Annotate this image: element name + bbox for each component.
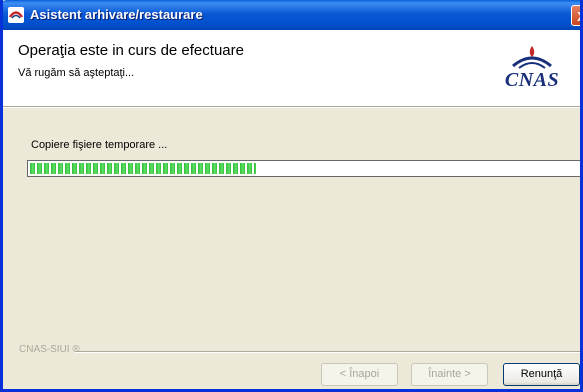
close-button[interactable]: X: [571, 5, 580, 26]
header-divider: [3, 106, 580, 108]
progress-label: Copiere fişiere temporare ...: [31, 139, 168, 151]
title-bar[interactable]: Asistent arhivare/restaurare X: [3, 0, 580, 30]
footer-divider: [75, 351, 580, 353]
back-button[interactable]: < Înapoi: [321, 363, 398, 386]
cnas-logo-text: CNAS: [504, 69, 560, 91]
wizard-header: Operaţia este in curs de efectuare Vă ru…: [3, 30, 580, 106]
progress-bar: [27, 160, 580, 177]
next-button[interactable]: Înainte >: [411, 363, 488, 386]
progress-bar-fill: [30, 163, 256, 174]
page-subtitle: Vă rugăm să aşteptaţi...: [18, 67, 135, 79]
cnas-logo-mark-icon: [512, 46, 552, 69]
page-title: Operaţia este in curs de efectuare: [18, 42, 244, 59]
close-icon: X: [577, 9, 580, 24]
wizard-window: Asistent arhivare/restaurare X Operaţia …: [0, 0, 583, 392]
cnas-app-icon: [8, 7, 24, 23]
cnas-logo: CNAS: [491, 44, 573, 98]
footer-brand: CNAS-SIUI ®: [19, 344, 80, 355]
cancel-button[interactable]: Renunţă: [503, 363, 580, 386]
window-title: Asistent arhivare/restaurare: [30, 7, 203, 22]
